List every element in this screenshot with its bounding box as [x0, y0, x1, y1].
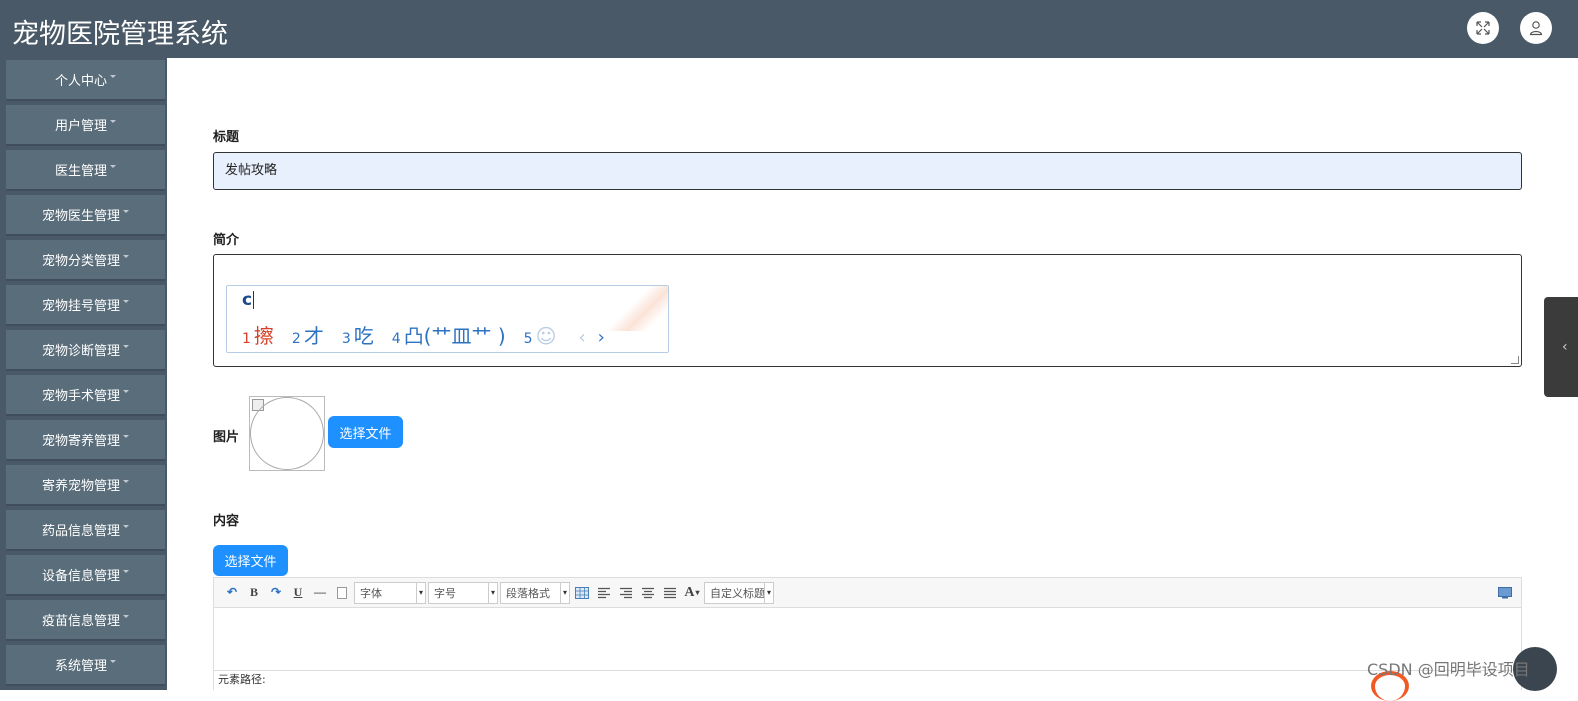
- sidebar-item-label: 宠物医生管理: [41, 209, 120, 224]
- ime-prev-page[interactable]: ‹: [578, 327, 585, 348]
- chevron-down-icon: [123, 210, 129, 213]
- bold-icon[interactable]: B: [244, 583, 264, 603]
- ime-candidate[interactable]: 2才: [292, 320, 324, 349]
- font-family-select[interactable]: 字体 ▾: [354, 581, 426, 604]
- font-size-select[interactable]: 字号 ▾: [428, 581, 498, 604]
- chevron-down-icon: [123, 300, 129, 303]
- rich-text-editor: ↶ B ↷ U — 字体 ▾ 字号 ▾ 段落格式 ▾ A ▾ 自定义标题 ▾ 元素路径:: [213, 577, 1522, 690]
- sidebar-item-label: 宠物手术管理: [41, 389, 120, 404]
- ime-decoration: [608, 286, 668, 331]
- redo-icon[interactable]: ↷: [266, 583, 286, 603]
- user-icon: [1529, 21, 1543, 36]
- ime-candidate-popup: c 1擦 2才 3吃 4 凸(艹皿艹 ) 5 ☺ ‹ ›: [226, 285, 669, 353]
- undo-icon[interactable]: ↶: [222, 583, 242, 603]
- user-menu-button[interactable]: [1520, 12, 1552, 44]
- csdn-watermark: CSDN @回明毕设项目: [1367, 660, 1530, 679]
- sidebar-item-pet-categories[interactable]: 宠物分类管理: [6, 240, 165, 281]
- font-color-icon[interactable]: A ▾: [682, 583, 702, 603]
- sidebar-item-label: 个人中心: [54, 74, 107, 89]
- sidebar-item-label: 医生管理: [54, 164, 107, 179]
- ime-candidate[interactable]: 5 ☺: [524, 324, 557, 348]
- align-center-icon[interactable]: [638, 583, 658, 603]
- chevron-down-icon: [110, 75, 116, 78]
- sidebar-item-label: 系统管理: [54, 659, 107, 674]
- ime-candidate[interactable]: 3吃: [342, 320, 374, 349]
- image-choose-file-button[interactable]: 选择文件: [328, 416, 403, 448]
- underline-icon[interactable]: U: [288, 583, 308, 603]
- title-input[interactable]: 发帖攻略: [213, 152, 1522, 190]
- sidebar-item-system[interactable]: 系统管理: [6, 645, 165, 686]
- chevron-down-icon: [123, 525, 129, 528]
- sidebar-item-label: 设备信息管理: [41, 569, 120, 584]
- sidebar-item-boarded-pets[interactable]: 寄养宠物管理: [6, 465, 165, 506]
- intro-label: 简介: [213, 233, 240, 248]
- ime-candidates: 1擦 2才 3吃 4 凸(艹皿艹 ) 5 ☺ ‹ ›: [242, 320, 605, 349]
- app-title: 宠物医院管理系统: [12, 19, 228, 50]
- sidebar-item-pet-boarding[interactable]: 宠物寄养管理: [6, 420, 165, 461]
- custom-title-select[interactable]: 自定义标题 ▾: [704, 581, 774, 604]
- resize-handle[interactable]: [1511, 356, 1519, 364]
- side-collapse-tab[interactable]: ‹: [1544, 297, 1578, 397]
- chevron-down-icon: [123, 345, 129, 348]
- align-left-icon[interactable]: [594, 583, 614, 603]
- align-justify-icon[interactable]: [660, 583, 680, 603]
- chevron-down-icon: [110, 120, 116, 123]
- chevron-down-icon: [123, 615, 129, 618]
- sidebar-item-label: 宠物寄养管理: [41, 434, 120, 449]
- sidebar-item-label: 疫苗信息管理: [41, 614, 120, 629]
- editor-status-bar: 元素路径:: [214, 670, 1521, 690]
- sidebar-item-pet-surgery[interactable]: 宠物手术管理: [6, 375, 165, 416]
- preview-icon[interactable]: [1495, 583, 1515, 603]
- sidebar: 个人中心 用户管理 医生管理 宠物医生管理 宠物分类管理 宠物挂号管理 宠物诊断…: [0, 58, 167, 690]
- top-header: 宠物医院管理系统: [0, 0, 1578, 58]
- content-label: 内容: [213, 514, 240, 529]
- horizontal-rule-icon[interactable]: —: [310, 583, 330, 603]
- editor-toolbar: ↶ B ↷ U — 字体 ▾ 字号 ▾ 段落格式 ▾ A ▾ 自定义标题 ▾: [214, 578, 1521, 608]
- sidebar-item-label: 宠物诊断管理: [41, 344, 120, 359]
- ime-candidate[interactable]: 4 凸(艹皿艹 ): [392, 320, 506, 349]
- sidebar-item-equipment-info[interactable]: 设备信息管理: [6, 555, 165, 596]
- image-preview: [249, 396, 325, 471]
- sidebar-item-label: 用户管理: [54, 119, 107, 134]
- sidebar-item-users[interactable]: 用户管理: [6, 105, 165, 146]
- sidebar-item-label: 寄养宠物管理: [41, 479, 120, 494]
- sidebar-item-label: 宠物分类管理: [41, 254, 120, 269]
- sidebar-item-label: 宠物挂号管理: [41, 299, 120, 314]
- chevron-left-icon: ‹: [1562, 339, 1568, 355]
- chevron-down-icon: [123, 480, 129, 483]
- ime-candidate[interactable]: 1擦: [242, 320, 274, 349]
- ime-composition: c: [242, 290, 255, 310]
- chevron-down-icon: [123, 390, 129, 393]
- paragraph-format-select[interactable]: 段落格式 ▾: [500, 581, 570, 604]
- sidebar-item-doctors[interactable]: 医生管理: [6, 150, 165, 191]
- table-icon[interactable]: [572, 583, 592, 603]
- sidebar-item-pet-diagnosis[interactable]: 宠物诊断管理: [6, 330, 165, 371]
- chevron-down-icon: [123, 435, 129, 438]
- sidebar-item-label: 药品信息管理: [41, 524, 120, 539]
- fullscreen-button[interactable]: [1467, 12, 1499, 44]
- chevron-down-icon: [123, 255, 129, 258]
- title-label: 标题: [213, 130, 240, 145]
- content-choose-file-button[interactable]: 选择文件: [213, 545, 288, 576]
- page-icon[interactable]: [332, 583, 352, 603]
- sidebar-item-pet-doctors[interactable]: 宠物医生管理: [6, 195, 165, 236]
- sidebar-item-medicine-info[interactable]: 药品信息管理: [6, 510, 165, 551]
- chevron-down-icon: [110, 165, 116, 168]
- image-placeholder-circle: [250, 397, 324, 470]
- align-right-icon[interactable]: [616, 583, 636, 603]
- chevron-down-icon: [123, 570, 129, 573]
- sidebar-item-pet-registration[interactable]: 宠物挂号管理: [6, 285, 165, 326]
- sidebar-item-vaccine-info[interactable]: 疫苗信息管理: [6, 600, 165, 641]
- sidebar-item-personal-center[interactable]: 个人中心: [6, 60, 165, 101]
- expand-arrows-icon: [1476, 21, 1490, 35]
- image-label: 图片: [213, 430, 240, 445]
- ime-next-page[interactable]: ›: [598, 327, 605, 348]
- chevron-down-icon: [110, 660, 116, 663]
